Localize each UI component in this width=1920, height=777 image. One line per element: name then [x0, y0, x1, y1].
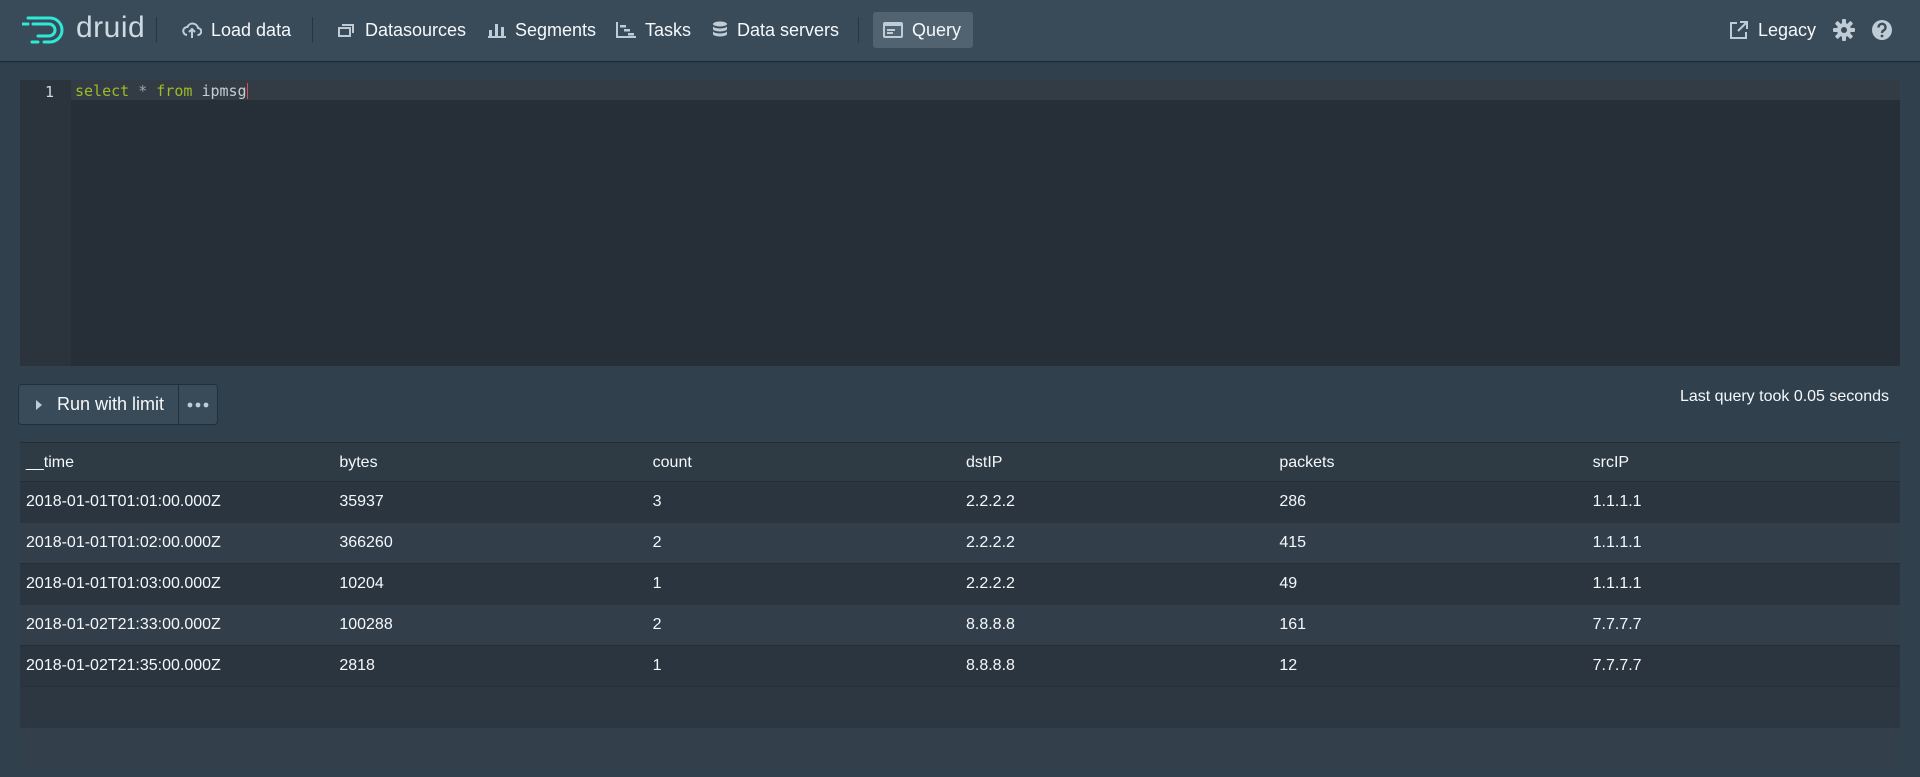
nav-divider	[858, 17, 859, 43]
table-cell: 2.2.2.2	[965, 534, 1015, 551]
table-cell: 2.2.2.2	[965, 493, 1015, 510]
query-time-status: Last query took 0.05 seconds	[1679, 388, 1889, 405]
multi-select-icon	[338, 24, 354, 37]
table-cell: 2018-01-02T21:33:00.000Z	[26, 616, 221, 633]
table-row: 2018-01-01T01:01:00.000Z 35937 3 2.2.2.2…	[20, 481, 1900, 522]
nav-query[interactable]: Query	[873, 12, 973, 48]
table-cell: 415	[1279, 534, 1307, 551]
text-cursor	[246, 83, 248, 99]
editor-gutter: 1	[20, 80, 71, 366]
sql-keyword-from: from	[156, 82, 193, 100]
table-header: __time bytes count dstIP packets srcIP	[20, 443, 1900, 481]
column-header-bytes[interactable]: bytes	[333, 454, 646, 481]
empty-table-row	[20, 686, 1900, 727]
table-cell: 2018-01-01T01:03:00.000Z	[26, 575, 221, 592]
column-header-dstip[interactable]: dstIP	[960, 454, 1273, 481]
table-cell: 286	[1279, 493, 1307, 510]
run-with-limit-label: Run with limit	[57, 394, 165, 414]
nav-divider	[156, 17, 157, 43]
druid-logo[interactable]: druid	[22, 12, 145, 48]
table-cell: 2	[652, 534, 662, 551]
table-cell: 10204	[339, 575, 384, 592]
nav-tasks[interactable]: Tasks	[606, 12, 701, 48]
nav-tasks-label: Tasks	[645, 19, 692, 40]
nav-load-data-label: Load data	[211, 19, 292, 40]
nav-segments[interactable]: Segments	[478, 12, 606, 48]
sql-wildcard: *	[138, 82, 148, 100]
table-cell: 1	[652, 575, 662, 592]
table-cell: 2.2.2.2	[965, 575, 1015, 592]
druid-logo-icon	[22, 16, 64, 44]
cog-icon	[1833, 19, 1855, 41]
run-with-limit-button[interactable]: Run with limit	[19, 385, 180, 424]
legacy-link[interactable]: Legacy	[1719, 12, 1826, 48]
stacked-chart-icon	[488, 24, 506, 38]
sql-editor[interactable]: 1 select * from ipmsg	[20, 80, 1900, 366]
sql-keyword-select: select	[75, 82, 130, 100]
table-cell: 8.8.8.8	[965, 657, 1015, 674]
nav-segments-label: Segments	[515, 19, 597, 40]
table-cell: 366260	[339, 534, 393, 551]
table-cell: 2	[652, 616, 662, 633]
table-cell: 12	[1279, 657, 1298, 674]
caret-right-icon	[36, 399, 42, 410]
table-cell: 7.7.7.7	[1592, 657, 1642, 674]
column-header-srcip[interactable]: srcIP	[1587, 454, 1900, 481]
sql-table-name: ipmsg	[201, 82, 247, 100]
help-icon	[1872, 20, 1892, 40]
table-cell: 49	[1279, 575, 1298, 592]
share-external-icon	[1730, 21, 1748, 39]
table-cell: 1	[652, 657, 662, 674]
help-button[interactable]	[1868, 16, 1896, 44]
table-cell: 2018-01-02T21:35:00.000Z	[26, 657, 221, 674]
table-row: 2018-01-01T01:03:00.000Z 10204 1 2.2.2.2…	[20, 563, 1900, 604]
more-icon	[187, 402, 209, 407]
active-line-highlight	[71, 80, 1900, 100]
gantt-chart-icon	[616, 22, 636, 38]
nav-datasources-label: Datasources	[365, 19, 467, 40]
table-cell: 2818	[339, 657, 375, 674]
table-cell: 8.8.8.8	[965, 616, 1015, 633]
application-icon	[883, 22, 903, 38]
table-row: 2018-01-02T21:35:00.000Z 2818 1 8.8.8.8 …	[20, 645, 1900, 686]
query-controls: Run with limit	[19, 385, 218, 424]
database-icon	[713, 21, 727, 37]
table-cell: 7.7.7.7	[1592, 616, 1642, 633]
table-cell: 1.1.1.1	[1592, 575, 1642, 592]
table-cell: 3	[652, 493, 662, 510]
table-cell: 161	[1279, 616, 1307, 633]
sql-code-line[interactable]: select * from ipmsg	[75, 81, 248, 101]
nav-datasources[interactable]: Datasources	[328, 12, 476, 48]
brand-name: druid	[76, 11, 146, 44]
nav-load-data[interactable]: Load data	[172, 12, 301, 48]
column-header-count[interactable]: count	[647, 454, 960, 481]
results-table: __time bytes count dstIP packets srcIP 2…	[20, 442, 1900, 768]
table-cell: 2018-01-01T01:02:00.000Z	[26, 534, 221, 551]
settings-button[interactable]	[1830, 16, 1858, 44]
nav-data-servers-label: Data servers	[737, 19, 840, 40]
table-cell: 1.1.1.1	[1592, 534, 1642, 551]
line-number: 1	[44, 83, 54, 101]
table-row: 2018-01-02T21:33:00.000Z 100288 2 8.8.8.…	[20, 604, 1900, 645]
table-cell: 35937	[339, 493, 384, 510]
nav-divider	[312, 17, 313, 43]
empty-table-row	[20, 727, 1900, 768]
table-cell: 100288	[339, 616, 393, 633]
legacy-label: Legacy	[1758, 19, 1817, 40]
column-header-time[interactable]: __time	[20, 454, 333, 481]
nav-query-label: Query	[912, 19, 962, 40]
table-cell: 1.1.1.1	[1592, 493, 1642, 510]
nav-data-servers[interactable]: Data servers	[702, 12, 849, 48]
table-row: 2018-01-01T01:02:00.000Z 366260 2 2.2.2.…	[20, 522, 1900, 563]
cloud-upload-icon	[182, 22, 202, 38]
table-cell: 2018-01-01T01:01:00.000Z	[26, 493, 221, 510]
more-options-button[interactable]	[179, 385, 218, 424]
column-header-packets[interactable]: packets	[1273, 454, 1586, 481]
top-navbar: druid Load data Datasources Segments Tas…	[0, 0, 1920, 61]
